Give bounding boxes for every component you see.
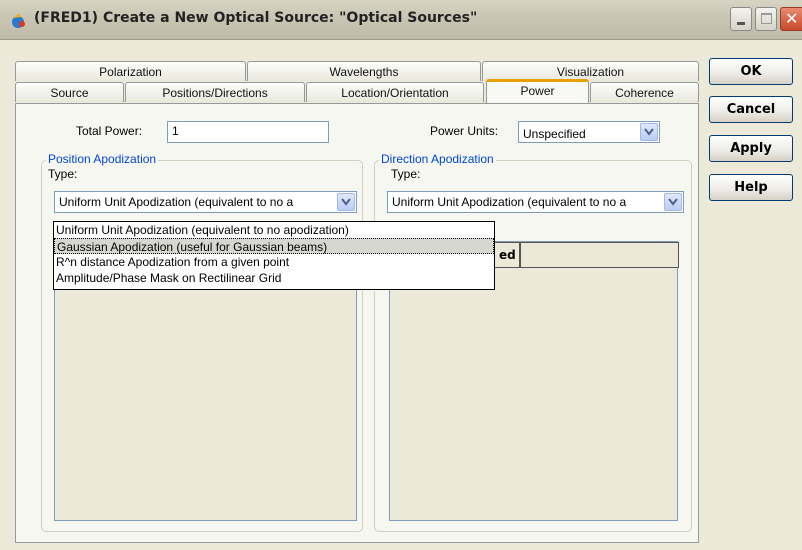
window-title: (FRED1) Create a New Optical Source: "Op… [34,10,478,26]
tab-polarization[interactable]: Polarization [15,61,246,81]
tab-positions-directions[interactable]: Positions/Directions [125,82,305,102]
total-power-input[interactable]: 1 [167,121,329,143]
tab-location-orientation[interactable]: Location/Orientation [306,82,484,102]
position-type-value: Uniform Unit Apodization (equivalent to … [59,195,294,209]
minimize-icon [737,22,745,25]
cancel-button[interactable]: Cancel [709,96,793,123]
position-type-dropdown-list[interactable]: Uniform Unit Apodization (equivalent to … [53,221,495,290]
dropdown-option[interactable]: Uniform Unit Apodization (equivalent to … [54,222,494,238]
chevron-down-icon[interactable] [640,123,658,141]
direction-apodization-group: Direction Apodization Type: Uniform Unit… [374,152,692,532]
tab-coherence[interactable]: Coherence [590,82,699,102]
direction-type-label: Type: [391,167,421,181]
help-button[interactable]: Help [709,174,793,201]
position-type-label: Type: [48,167,78,181]
column-header-empty[interactable] [520,242,679,268]
title-bar[interactable]: (FRED1) Create a New Optical Source: "Op… [0,0,802,40]
position-apodization-group: Position Apodization Type: Uniform Unit … [41,152,363,532]
dropdown-option[interactable]: Amplitude/Phase Mask on Rectilinear Grid [54,270,494,286]
dropdown-option-highlighted[interactable]: Gaussian Apodization (useful for Gaussia… [54,238,494,254]
close-icon: ✕ [785,9,799,28]
ok-button[interactable]: OK [709,58,793,85]
direction-type-value: Uniform Unit Apodization (equivalent to … [392,195,627,209]
tab-visualization[interactable]: Visualization [482,61,699,81]
total-power-label: Total Power: [76,124,143,138]
close-button[interactable]: ✕ [780,7,802,31]
power-units-label: Power Units: [430,124,499,138]
column-header-label: ed [499,248,516,262]
position-type-select[interactable]: Uniform Unit Apodization (equivalent to … [54,191,357,213]
direction-type-select[interactable]: Uniform Unit Apodization (equivalent to … [387,191,684,213]
dropdown-option[interactable]: R^n distance Apodization from a given po… [54,254,494,270]
minimize-button[interactable] [730,7,752,31]
chevron-down-icon[interactable] [337,193,355,211]
direction-apodization-title: Direction Apodization [379,152,496,166]
apply-button[interactable]: Apply [709,135,793,162]
maximize-button[interactable] [755,7,777,31]
tab-wavelengths[interactable]: Wavelengths [247,61,481,81]
tab-source[interactable]: Source [15,82,124,102]
optical-source-app-icon [12,13,25,28]
tab-power[interactable]: Power [486,79,589,103]
power-units-select[interactable]: Unspecified [518,121,660,143]
power-units-value: Unspecified [523,127,586,141]
maximize-icon [761,13,772,24]
chevron-down-icon[interactable] [664,193,682,211]
position-apodization-title: Position Apodization [46,152,159,166]
power-tab-panel: Total Power: 1 Power Units: Unspecified … [15,103,699,543]
